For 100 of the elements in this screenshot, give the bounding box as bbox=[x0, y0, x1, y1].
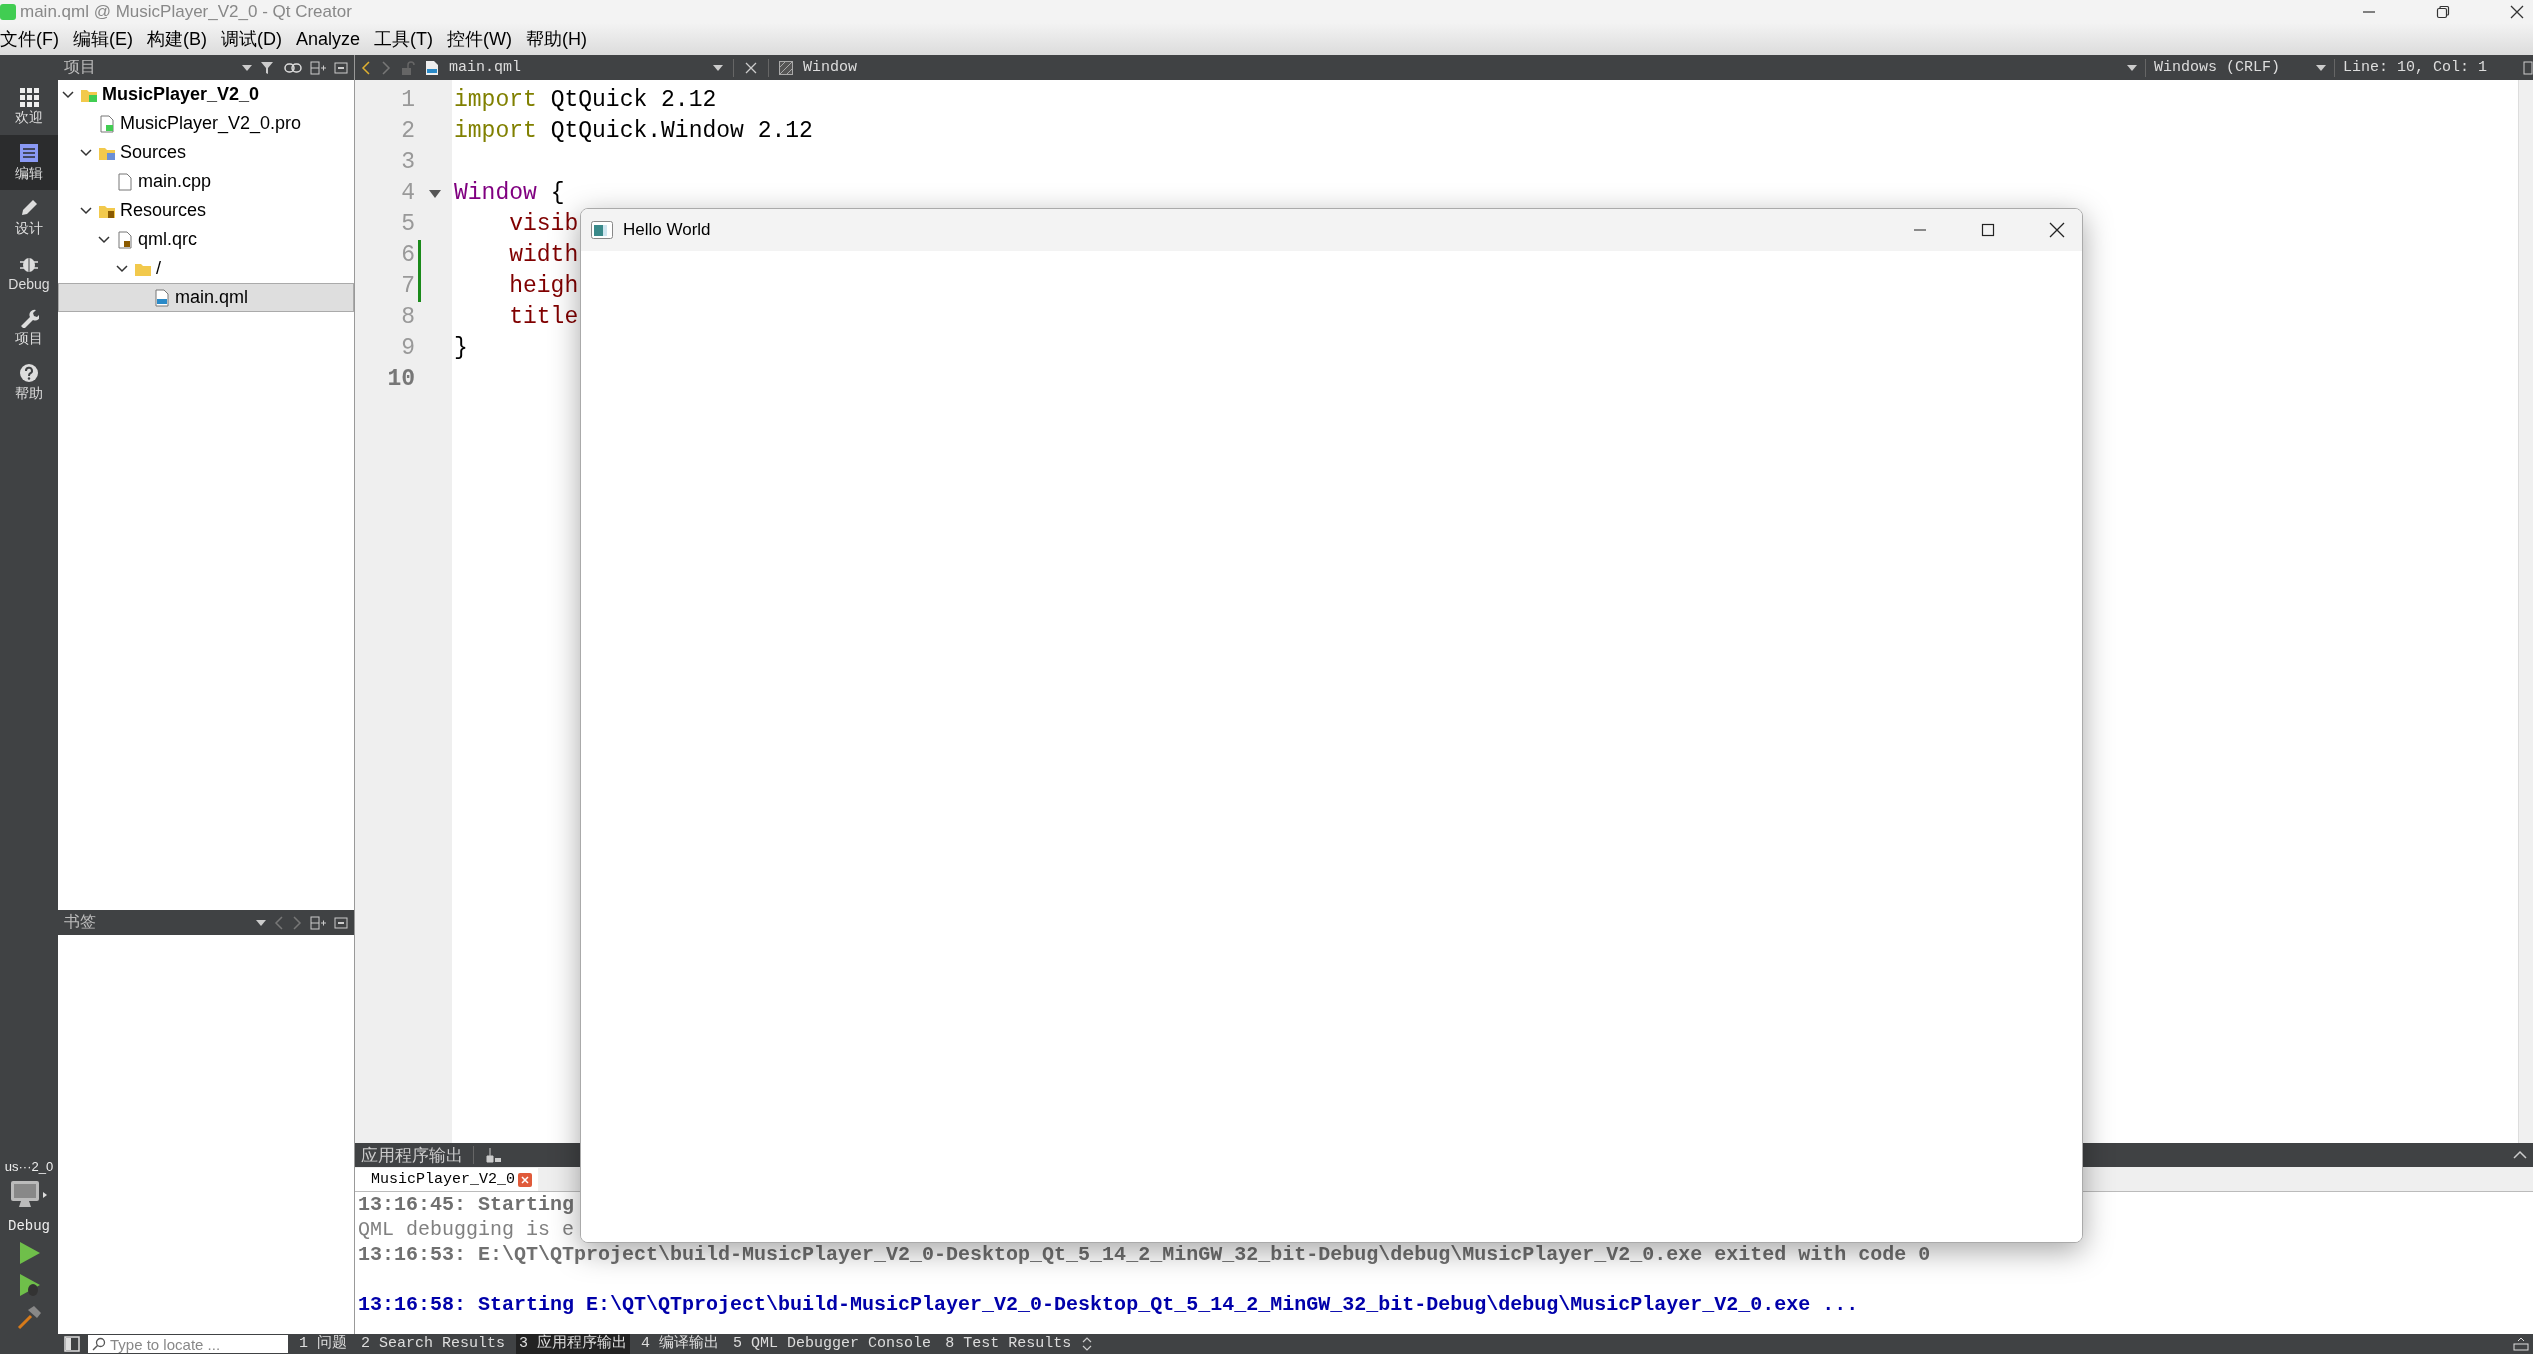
tree-item[interactable]: main.cpp bbox=[58, 167, 354, 196]
grid-icon bbox=[19, 88, 39, 107]
close-icon[interactable] bbox=[2509, 3, 2525, 20]
help-icon bbox=[19, 362, 39, 383]
app-icon bbox=[591, 221, 613, 239]
log-line: 13:16:45: Starting bbox=[358, 1193, 575, 1216]
project-label: us···2_0 bbox=[4, 1159, 54, 1174]
caret-icon[interactable] bbox=[256, 919, 266, 926]
line-ending[interactable]: Windows (CRLF) bbox=[2153, 59, 2280, 76]
filter-icon[interactable] bbox=[260, 59, 276, 76]
split-icon[interactable] bbox=[310, 914, 326, 931]
tree-item[interactable]: MusicPlayer_V2_0.pro bbox=[58, 109, 354, 138]
close-icon[interactable] bbox=[2048, 221, 2066, 239]
menu-item[interactable]: 构建(B) bbox=[140, 27, 214, 51]
line-number: 10 bbox=[386, 365, 415, 394]
file-name[interactable]: main.qml bbox=[449, 59, 703, 76]
mode-button[interactable]: 欢迎 bbox=[0, 80, 58, 135]
code-line: import QtQuick 2.12 bbox=[454, 87, 717, 113]
hammer-icon[interactable] bbox=[16, 1304, 42, 1330]
back-icon[interactable] bbox=[361, 59, 371, 76]
collapse-icon[interactable] bbox=[2513, 1150, 2527, 1160]
log-line: 13:16:58: Starting E:\QT\QTproject\build-MusicPlayer_V2_0-Desktop_Qt_5_14_2_MinGW_32_bit-Debug\debug\MusicPlayer_V2_0.exe ... bbox=[358, 1293, 1859, 1316]
tree-item[interactable]: / bbox=[58, 254, 354, 283]
code-line: Window { bbox=[454, 180, 565, 206]
output-pane-tab[interactable]: 8 Test Results bbox=[942, 1334, 1075, 1354]
tree-item[interactable]: Resources bbox=[58, 196, 354, 225]
close-panel-icon[interactable] bbox=[334, 60, 348, 75]
output-pane-tab[interactable]: 2 Search Results bbox=[358, 1334, 509, 1354]
line-number: 6 bbox=[400, 241, 415, 270]
restore-icon[interactable] bbox=[2435, 3, 2451, 20]
search-field[interactable]: Type to locate ... bbox=[88, 1335, 288, 1353]
menu-item[interactable]: 工具(T) bbox=[367, 27, 440, 51]
tree-item[interactable]: main.qml bbox=[58, 283, 354, 312]
up-down-icon[interactable] bbox=[1082, 1337, 1093, 1351]
output-pane-tab[interactable]: 1 问题 bbox=[296, 1334, 350, 1354]
split-icon[interactable] bbox=[310, 59, 326, 76]
close-panel-icon[interactable] bbox=[334, 915, 348, 930]
clear-icon[interactable] bbox=[484, 1147, 502, 1163]
mode-button[interactable]: 设计 bbox=[0, 190, 58, 245]
code-line: heigh bbox=[508, 273, 579, 299]
mode-button[interactable]: 编辑 bbox=[0, 135, 58, 190]
file-icon bbox=[153, 288, 171, 307]
panel-header: 项目 bbox=[58, 55, 354, 80]
search-icon bbox=[92, 1337, 106, 1351]
tree-item[interactable]: Sources bbox=[58, 138, 354, 167]
output-pane-tab[interactable]: 5 QML Debugger Console bbox=[730, 1334, 935, 1354]
split-icon[interactable] bbox=[2523, 60, 2533, 75]
code-line: width bbox=[508, 242, 579, 268]
file-icon bbox=[116, 172, 134, 191]
caret-icon[interactable] bbox=[713, 64, 723, 71]
code-line: import QtQuick.Window 2.12 bbox=[454, 118, 813, 144]
caret-icon[interactable] bbox=[2126, 64, 2137, 71]
maximize-icon[interactable] bbox=[1980, 222, 1996, 238]
file-icon bbox=[116, 230, 134, 249]
line-number: 2 bbox=[400, 117, 415, 146]
line-number: 5 bbox=[400, 210, 415, 239]
line-number: 4 bbox=[400, 179, 415, 208]
pencil-icon bbox=[19, 197, 39, 218]
menu-item[interactable]: 编辑(E) bbox=[66, 27, 140, 51]
file-icon bbox=[425, 59, 439, 76]
code-line: visib bbox=[508, 211, 579, 237]
sidebar-toggle-icon[interactable] bbox=[64, 1336, 80, 1352]
tree-item[interactable]: qml.qrc bbox=[58, 225, 354, 254]
wrench-icon bbox=[19, 307, 39, 328]
line-number: 7 bbox=[400, 272, 415, 301]
code-line: } bbox=[454, 335, 468, 361]
line-number: 1 bbox=[400, 86, 415, 115]
fold-icon[interactable] bbox=[429, 189, 441, 198]
menu-item[interactable]: 帮助(H) bbox=[519, 27, 594, 51]
log-line: QML debugging is e bbox=[358, 1218, 575, 1241]
menu-item[interactable]: Analyze bbox=[289, 28, 368, 50]
tree-item[interactable]: MusicPlayer_V2_0 bbox=[58, 80, 354, 109]
output-tab[interactable]: MusicPlayer_V2_0 bbox=[355, 1168, 539, 1191]
menu-item[interactable]: 文件(F) bbox=[0, 27, 66, 51]
caret-icon[interactable] bbox=[242, 64, 252, 71]
menu-item[interactable]: 控件(W) bbox=[440, 27, 519, 51]
caret-icon[interactable] bbox=[2315, 64, 2326, 71]
file-icon bbox=[98, 114, 116, 133]
panel-header: 书签 bbox=[58, 910, 354, 935]
menu-item[interactable]: 调试(D) bbox=[214, 27, 289, 51]
class-icon bbox=[779, 60, 793, 75]
scrollbar[interactable] bbox=[2518, 80, 2533, 1143]
output-pane-tab[interactable]: 3 应用程序输出 bbox=[516, 1334, 631, 1354]
log-line: 13:16:53: E:\QT\QTproject\build-MusicPlayer_V2_0-Desktop_Qt_5_14_2_MinGW_32_bit-Debug\debug\MusicPlayer_V2_0.exe exited with code 0 bbox=[358, 1243, 1931, 1266]
mode-button[interactable]: 项目 bbox=[0, 300, 58, 355]
code-line: title bbox=[508, 304, 579, 330]
document-icon bbox=[19, 142, 39, 163]
window-title: Hello World bbox=[623, 220, 711, 240]
panel-icon[interactable] bbox=[2513, 1337, 2529, 1351]
line-number: 3 bbox=[400, 148, 415, 177]
line-number: 9 bbox=[400, 334, 415, 363]
cursor-position[interactable]: Line: 10, Col: 1 bbox=[2342, 59, 2487, 76]
window-title: main.qml @ MusicPlayer_V2_0 - Qt Creator bbox=[20, 1, 352, 22]
output-pane-tab[interactable]: 4 编译输出 bbox=[638, 1334, 723, 1354]
mode-button[interactable]: 帮助 bbox=[0, 355, 58, 410]
mode-button[interactable]: Debug bbox=[0, 245, 58, 300]
symbol-name[interactable]: Window bbox=[803, 59, 857, 76]
build-label: Debug bbox=[8, 1218, 50, 1234]
line-number: 8 bbox=[400, 303, 415, 332]
app-icon bbox=[0, 3, 16, 20]
